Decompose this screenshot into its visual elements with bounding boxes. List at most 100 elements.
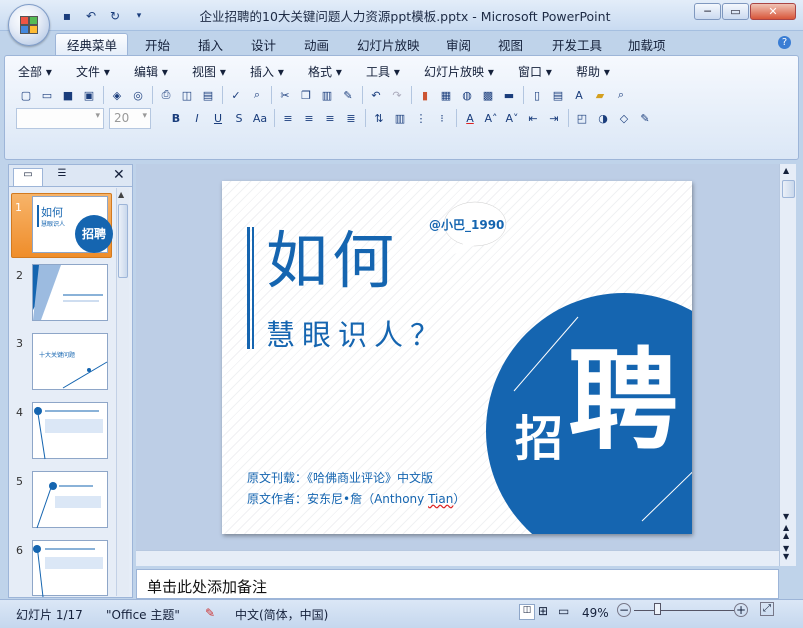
fit-to-window-icon[interactable]: ⤢ (760, 602, 774, 616)
print-icon[interactable]: ⎙ (156, 85, 176, 105)
align-center-icon[interactable]: ≡ (299, 108, 319, 128)
slides-tab[interactable]: ▭ (13, 168, 43, 186)
layout-icon[interactable]: ▤ (548, 85, 568, 105)
permission-icon[interactable]: ◈ (107, 85, 127, 105)
research-icon[interactable]: ⌕ (247, 85, 267, 105)
scroll-thumb[interactable] (118, 204, 128, 278)
zoom-level[interactable]: 49% (582, 606, 609, 620)
folder-icon[interactable]: ▰ (590, 85, 610, 105)
font-name-combo[interactable]: ▾ (16, 108, 104, 129)
align-left-icon[interactable]: ≡ (278, 108, 298, 128)
slideshow-view-icon[interactable]: ▭ (558, 604, 569, 618)
spelling-icon[interactable]: ✓ (226, 85, 246, 105)
slide-vertical-scrollbar[interactable]: ▲ ▼ ▲ ▲ ▼ ▼ (779, 164, 796, 566)
menu-edit[interactable]: 编辑 ▾ (134, 63, 168, 80)
scroll-up-icon[interactable]: ▲ (783, 166, 789, 175)
save-icon[interactable]: ■ (58, 85, 78, 105)
picture-icon[interactable]: ▩ (478, 85, 498, 105)
shrink-font-icon[interactable]: A˅ (502, 108, 522, 128)
table-icon[interactable]: ▦ (436, 85, 456, 105)
clipart-icon[interactable]: ◍ (457, 85, 477, 105)
scroll-down-icon[interactable]: ▼ (783, 512, 789, 521)
slide-thumbnail-1[interactable]: 如何 慧眼识人 招聘 (32, 196, 113, 253)
slide-thumbnail-2[interactable] (32, 264, 108, 321)
tab-classic-menu[interactable]: 经典菜单 (67, 35, 117, 54)
tab-slideshow[interactable]: 幻灯片放映 (357, 35, 420, 54)
attach-icon[interactable]: ◎ (128, 85, 148, 105)
preview-icon[interactable]: ◫ (177, 85, 197, 105)
menu-file[interactable]: 文件 ▾ (76, 63, 110, 80)
zoom-icon[interactable]: ⌕ (611, 85, 631, 105)
bullets-icon[interactable]: ⋮ (411, 108, 431, 128)
format-painter-icon[interactable]: ✎ (338, 85, 358, 105)
shape-icon[interactable]: ▬ (499, 85, 519, 105)
change-case-icon[interactable]: Aa (250, 108, 270, 128)
close-button[interactable]: ✕ (750, 3, 796, 20)
scroll-up-icon[interactable]: ▲ (118, 190, 124, 199)
tab-addins[interactable]: 加载项 (628, 35, 666, 54)
arrange-icon[interactable]: ◰ (572, 108, 592, 128)
open-icon[interactable]: ▭ (37, 85, 57, 105)
tab-developer[interactable]: 开发工具 (552, 35, 602, 54)
shape-fill-icon[interactable]: ◇ (614, 108, 634, 128)
slide-canvas[interactable]: 如何 慧眼识人？ @小巴_1990 招 聘 原文刊载：《哈佛商业评论》中文版 原… (222, 181, 692, 534)
tab-home[interactable]: 开始 (145, 35, 170, 54)
italic-icon[interactable]: I (187, 108, 207, 128)
print-preview-icon[interactable]: ▣ (79, 85, 99, 105)
undo-icon[interactable]: ↶ (82, 7, 100, 25)
tab-animation[interactable]: 动画 (304, 35, 329, 54)
new-slide-icon[interactable]: ▯ (527, 85, 547, 105)
previous-slide-icon[interactable]: ▲ ▲ (783, 524, 789, 540)
menu-view[interactable]: 视图 ▾ (192, 63, 226, 80)
undo-icon[interactable]: ↶ (366, 85, 386, 105)
outline-tab[interactable]: ☰ (47, 168, 77, 186)
save-icon[interactable]: ▪ (58, 7, 76, 25)
zoom-slider-thumb[interactable] (654, 603, 661, 615)
maximize-button[interactable]: ▭ (722, 3, 749, 20)
thumbnails-scrollbar[interactable]: ▲ (116, 188, 129, 596)
chart-icon[interactable]: ▮ (415, 85, 435, 105)
notes-pane[interactable]: 单击此处添加备注 (136, 569, 779, 599)
column-icon[interactable]: ▥ (390, 108, 410, 128)
menu-window[interactable]: 窗口 ▾ (518, 63, 552, 80)
slide-thumbnail-6[interactable] (32, 540, 108, 597)
quick-styles-icon[interactable]: ◑ (593, 108, 613, 128)
slide-thumbnail-3[interactable]: 十大关键问题 (32, 333, 108, 390)
shape-outline-icon[interactable]: ✎ (635, 108, 655, 128)
underline-icon[interactable]: U (208, 108, 228, 128)
menu-help[interactable]: 帮助 ▾ (576, 63, 610, 80)
increase-indent-icon[interactable]: ⇥ (544, 108, 564, 128)
redo-icon[interactable]: ↻ (106, 7, 124, 25)
paste-icon[interactable]: ▥ (317, 85, 337, 105)
customize-qat-icon[interactable]: ▾ (130, 7, 148, 25)
tab-view[interactable]: 视图 (498, 35, 523, 54)
menu-format[interactable]: 格式 ▾ (308, 63, 342, 80)
tab-review[interactable]: 审阅 (446, 35, 471, 54)
font-color-icon[interactable]: A (460, 108, 480, 128)
menu-insert[interactable]: 插入 ▾ (250, 63, 284, 80)
slide-horizontal-scrollbar[interactable] (136, 550, 779, 566)
copy-icon[interactable]: ❐ (296, 85, 316, 105)
bold-icon[interactable]: B (166, 108, 186, 128)
textbox-icon[interactable]: A (569, 85, 589, 105)
zoom-out-icon[interactable]: − (617, 603, 631, 617)
text-direction-icon[interactable]: ⇅ (369, 108, 389, 128)
font-size-combo[interactable]: 20 ▾ (109, 108, 151, 129)
strikethrough-icon[interactable]: S (229, 108, 249, 128)
zoom-slider[interactable] (634, 610, 734, 611)
office-button[interactable] (8, 4, 50, 46)
align-right-icon[interactable]: ≡ (320, 108, 340, 128)
new-icon[interactable]: ▢ (16, 85, 36, 105)
cut-icon[interactable]: ✂ (275, 85, 295, 105)
slide-sorter-icon[interactable]: ⊞ (538, 604, 548, 618)
zoom-in-icon[interactable]: + (734, 603, 748, 617)
numbering-icon[interactable]: ⁝ (432, 108, 452, 128)
scroll-thumb[interactable] (782, 180, 795, 198)
slide-thumbnail-5[interactable] (32, 471, 108, 529)
tab-design[interactable]: 设计 (251, 35, 276, 54)
slide-thumbnail-4[interactable] (32, 402, 108, 460)
redo-icon[interactable]: ↷ (387, 85, 407, 105)
grow-font-icon[interactable]: A˄ (481, 108, 501, 128)
spell-check-icon[interactable]: ✎ (205, 606, 215, 620)
minimize-button[interactable]: ─ (694, 3, 721, 20)
